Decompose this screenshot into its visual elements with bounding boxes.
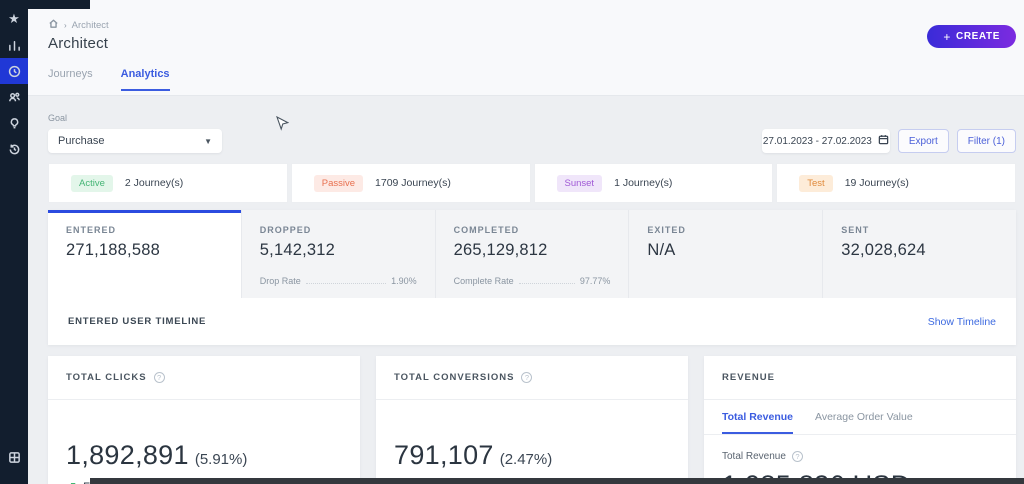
status-card-passive[interactable]: Passive 1709 Journey(s) [290,163,531,203]
show-timeline-link[interactable]: Show Timeline [928,316,996,328]
stat-card-dropped[interactable]: DROPPED 5,142,312 Drop Rate 1.90% [240,210,435,298]
stat-label: ENTERED [66,225,117,235]
stat-label: SENT [841,225,870,235]
total-conversions-header: TOTAL CONVERSIONS ? [376,356,688,400]
stat-label: EXITED [647,225,686,235]
trend-up-icon: ↗ [66,479,77,484]
tab-average-order-value[interactable]: Average Order Value [815,400,913,434]
status-count: 1 Journey(s) [614,177,673,189]
dotted-leader [305,275,387,284]
status-card-test[interactable]: Test 19 Journey(s) [776,163,1016,203]
dotted-leader [518,275,575,284]
apps-grid-icon[interactable] [0,444,28,470]
revenue-body: Total Revenue ? 1,985,836 USD [704,435,1016,484]
stat-value: 271,188,588 [66,241,160,259]
metric-cards-row: TOTAL CLICKS ? 1,892,891 (5.91%) ↗ 5.30%… [48,356,1016,484]
home-icon[interactable] [48,18,59,32]
stat-value: 5,142,312 [259,241,336,259]
total-clicks-value: 1,892,891 [66,440,189,470]
bottom-edge-strip [90,478,1024,484]
architect-compass-icon[interactable] [0,58,28,84]
rate-label: Complete Rate [453,276,514,286]
main-tabs: Journeys Analytics [48,68,170,91]
date-range-picker[interactable]: 27.01.2023 - 27.02.2023 [761,129,890,153]
status-badge: Active [71,174,113,192]
total-conversions-rate: (2.47%) [499,451,553,468]
stat-card-completed[interactable]: COMPLETED 265,129,812 Complete Rate 97.7… [434,210,629,298]
drop-rate-row: Drop Rate 1.90% [260,275,417,286]
status-count: 1709 Journey(s) [375,177,451,189]
total-conversions-body: 791,107 (2.47%) ↗ 8.40% ? compared to pr… [376,400,688,484]
export-button[interactable]: Export [897,129,949,153]
help-icon[interactable]: ? [791,451,803,462]
stat-value: 32,028,624 [841,241,926,259]
status-card-active[interactable]: Active 2 Journey(s) [48,163,288,203]
stat-label: DROPPED [259,225,312,235]
journey-status-row: Active 2 Journey(s) Passive 1709 Journey… [48,163,1016,203]
chevron-down-icon: ▼ [204,136,212,146]
revenue-header: REVENUE [704,356,1016,400]
status-badge: Test [799,174,833,192]
help-icon[interactable]: ? [153,372,165,383]
tab-journeys[interactable]: Journeys [48,68,93,91]
create-button-label: CREATE [956,31,1000,42]
revenue-tabs: Total Revenue Average Order Value [704,400,1016,435]
total-conversions-value: 791,107 [394,440,494,470]
ideas-lightbulb-icon[interactable] [0,110,28,136]
sidebar: ★ [0,0,28,484]
rate-value: 97.77% [579,276,611,286]
stat-card-exited[interactable]: EXITED N/A [628,210,823,298]
page-header: › Architect Architect Journeys Analytics… [28,0,1024,96]
top-edge-fragment [28,0,90,9]
rate-label: Drop Rate [259,276,301,286]
timeline-label: ENTERED USER TIMELINE [68,316,207,327]
entered-user-timeline-bar: ENTERED USER TIMELINE Show Timeline [48,298,1016,345]
goal-select[interactable]: Purchase ▼ [48,129,222,153]
history-clock-icon[interactable] [0,136,28,162]
audience-people-icon[interactable] [0,84,28,110]
analytics-bars-icon[interactable] [0,32,28,58]
status-count: 2 Journey(s) [124,177,184,189]
status-badge: Passive [313,174,364,192]
help-icon[interactable]: ? [521,372,533,383]
funnel-stats-panel: ENTERED 271,188,588 DROPPED 5,142,312 Dr… [48,210,1016,345]
status-count: 19 Journey(s) [844,177,909,189]
breadcrumb-item-architect[interactable]: Architect [72,20,109,31]
plus-icon: + [943,29,952,44]
card-title: REVENUE [722,372,775,383]
complete-rate-row: Complete Rate 97.77% [454,275,611,286]
total-conversions-card: TOTAL CONVERSIONS ? 791,107 (2.47%) ↗ 8.… [376,356,688,484]
card-title: TOTAL CLICKS [66,372,147,383]
total-clicks-header: TOTAL CLICKS ? [48,356,360,400]
stat-card-sent[interactable]: SENT 32,028,624 [822,210,1016,298]
revenue-label: Total Revenue [722,451,786,462]
page-title: Architect [48,35,109,52]
toolbar-right: 27.01.2023 - 27.02.2023 Export Filter (1… [761,129,1016,153]
mouse-cursor [276,115,290,137]
funnel-stats-cards: ENTERED 271,188,588 DROPPED 5,142,312 Dr… [48,210,1016,298]
create-button[interactable]: + CREATE [927,25,1016,48]
calendar-icon [878,134,889,148]
total-clicks-body: 1,892,891 (5.91%) ↗ 5.30% ? compared to … [48,400,360,484]
goal-label: Goal [48,113,68,123]
tab-total-revenue[interactable]: Total Revenue [722,400,793,434]
date-range-value: 27.01.2023 - 27.02.2023 [762,135,872,147]
stat-label: COMPLETED [453,225,520,235]
filter-button[interactable]: Filter (1) [956,129,1016,153]
status-badge: Sunset [556,174,603,192]
tab-analytics[interactable]: Analytics [120,68,170,91]
goal-select-value: Purchase [58,135,105,147]
rate-value: 1.90% [391,276,417,286]
stat-value: N/A [647,241,676,259]
total-clicks-rate: (5.91%) [194,451,248,468]
revenue-card: REVENUE Total Revenue Average Order Valu… [704,356,1016,484]
card-title: TOTAL CONVERSIONS [394,372,515,383]
status-card-sunset[interactable]: Sunset 1 Journey(s) [533,163,774,203]
chevron-right-icon: › [64,20,67,30]
stat-card-entered[interactable]: ENTERED 271,188,588 [48,210,241,298]
breadcrumb: › Architect [48,18,109,32]
favorites-star-icon[interactable]: ★ [0,6,28,32]
stat-value: 265,129,812 [453,241,548,259]
total-clicks-card: TOTAL CLICKS ? 1,892,891 (5.91%) ↗ 5.30%… [48,356,360,484]
